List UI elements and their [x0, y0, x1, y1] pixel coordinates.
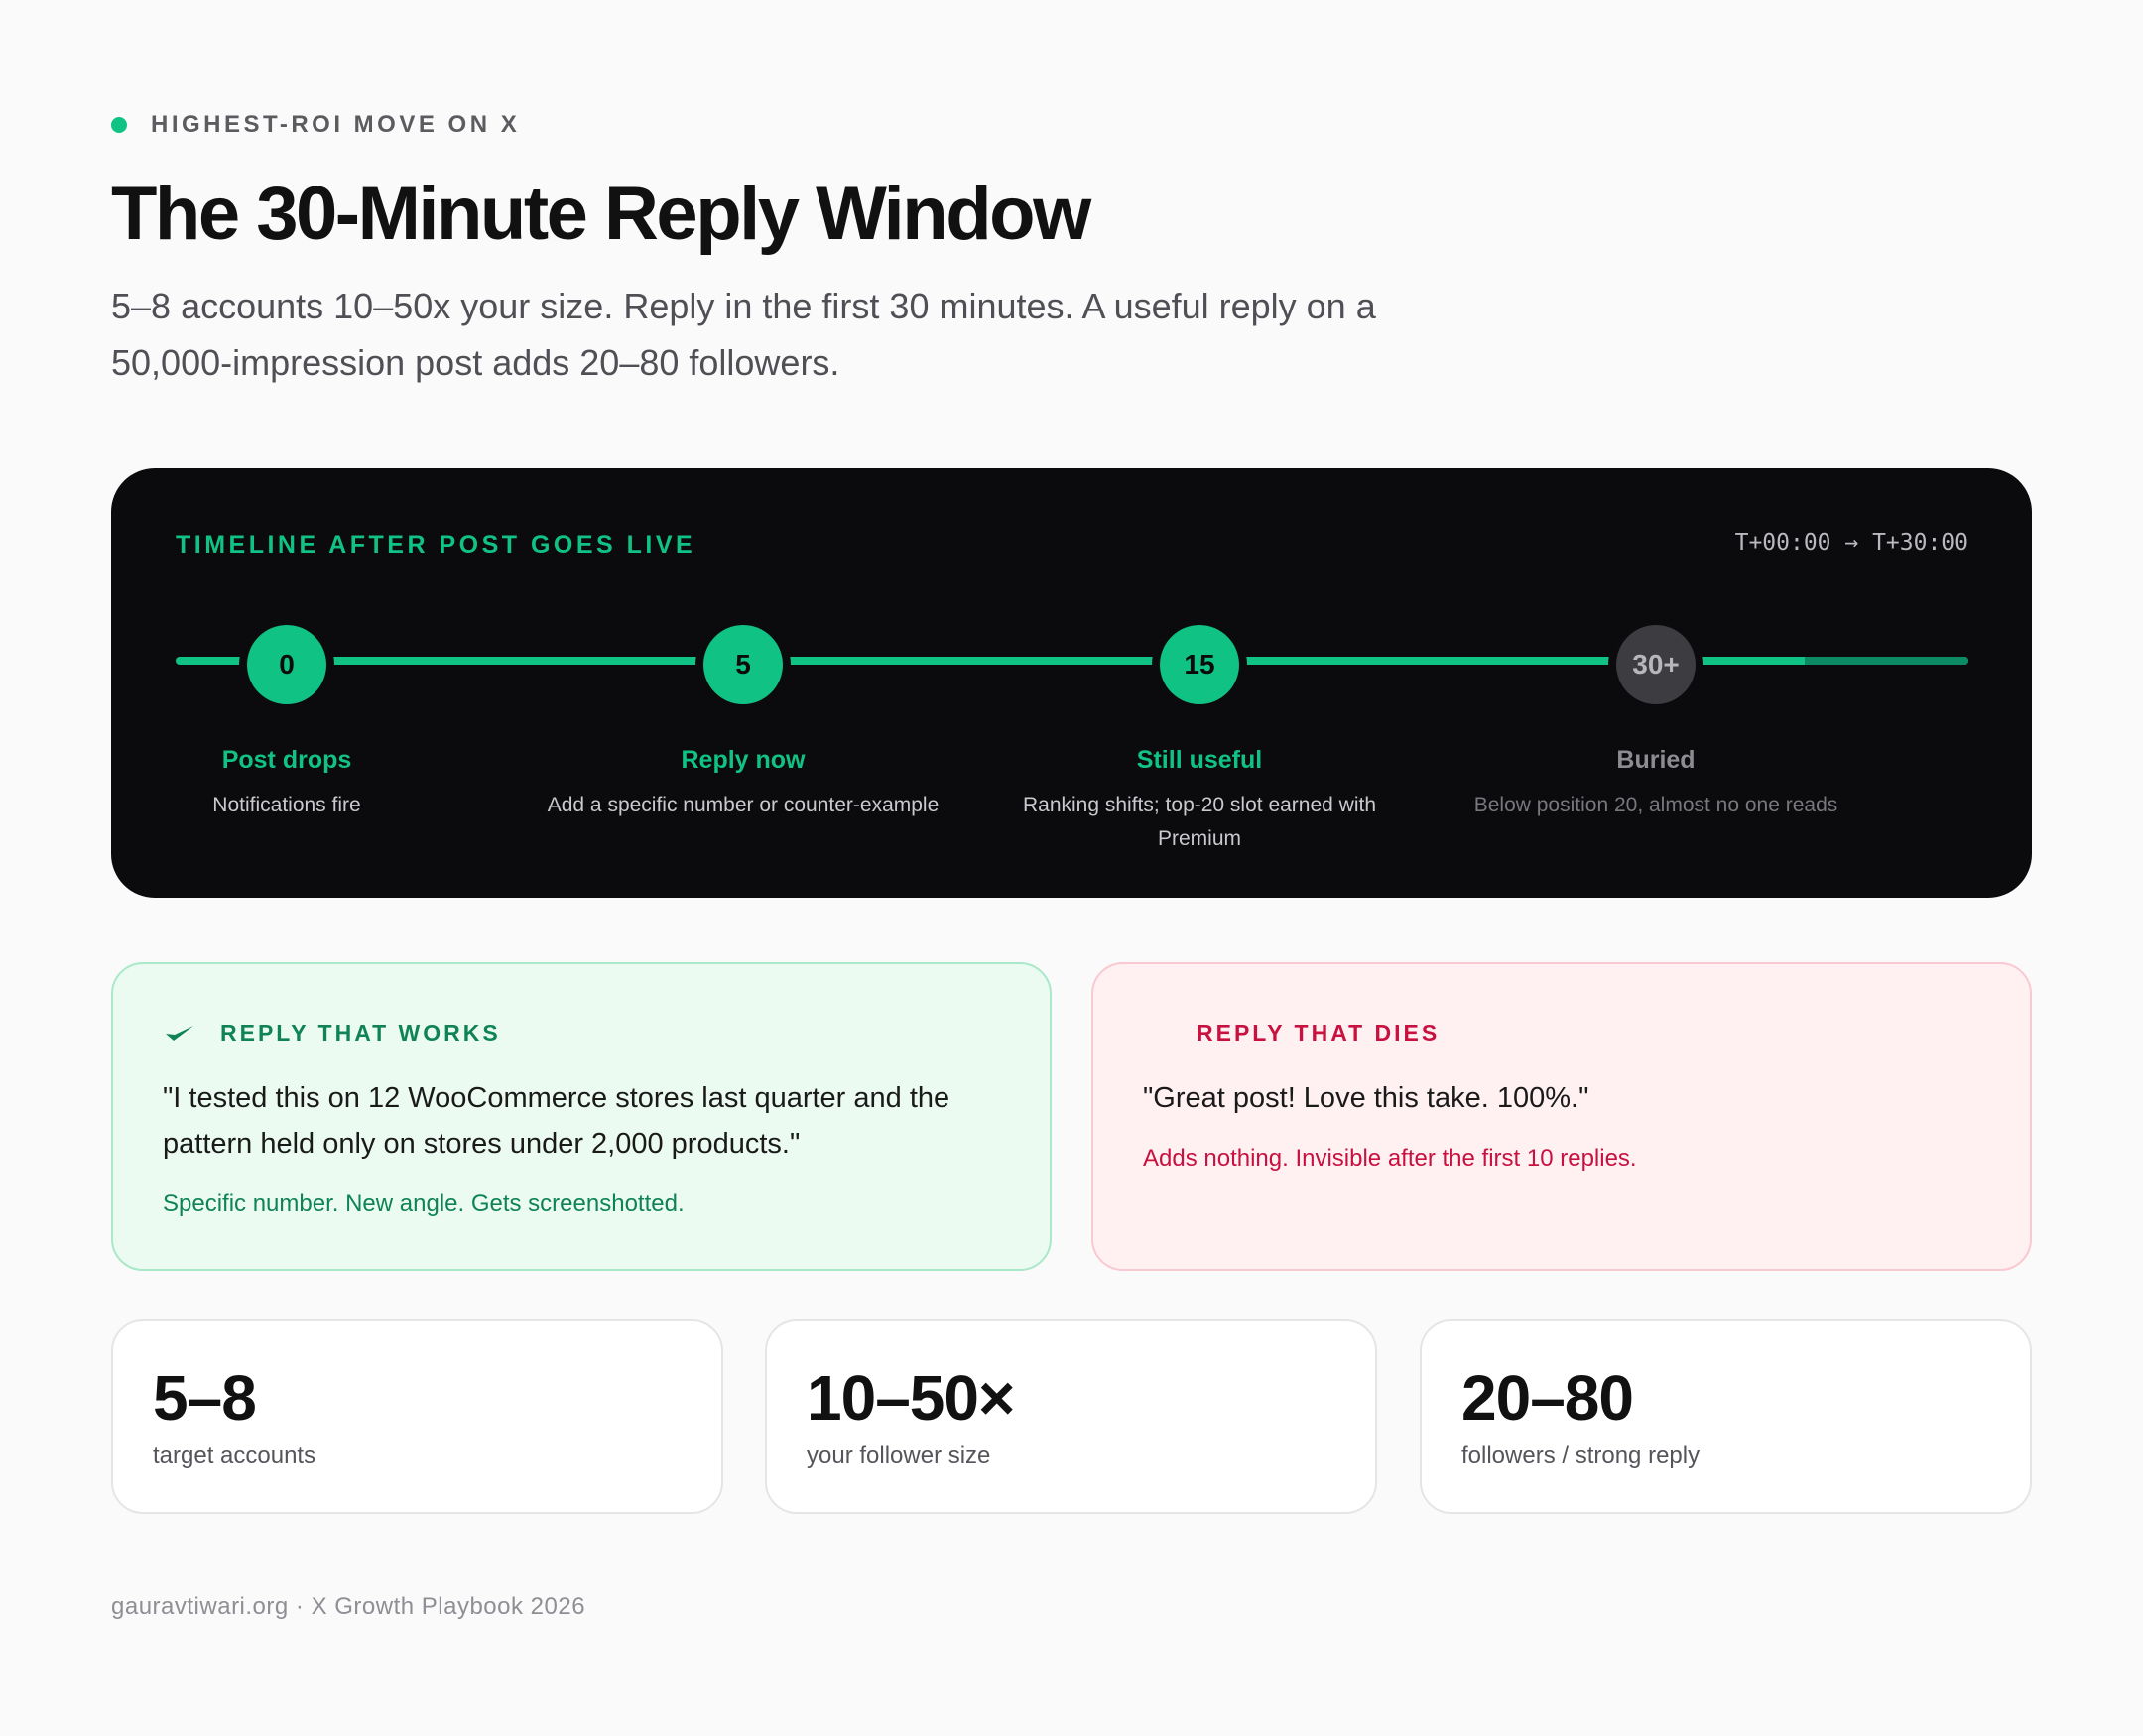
- timeline-stop-desc: Ranking shifts; top-20 slot earned with …: [1022, 794, 1377, 850]
- stat-value: 20–80: [1461, 1362, 1634, 1433]
- timeline-range: T+00:00 → T+30:00: [1734, 530, 1968, 556]
- timeline-stop-name: Reply now: [681, 746, 806, 774]
- good-reply-heading-label: REPLY THAT WORKS: [220, 1020, 501, 1046]
- good-reply-card: REPLY THAT WORKS "I tested this on 12 Wo…: [111, 962, 1052, 1271]
- timeline-marker: 0: [247, 625, 326, 704]
- bad-reply-heading: REPLY THAT DIES: [1197, 1020, 1440, 1047]
- eyebrow-label: HIGHEST-ROI MOVE ON X: [151, 111, 521, 138]
- good-reply-heading: REPLY THAT WORKS: [165, 1020, 501, 1047]
- timeline-stop-name: Still useful: [1136, 746, 1263, 774]
- check-icon: [166, 1025, 193, 1041]
- stat-value: 5–8: [153, 1362, 257, 1433]
- timeline-stop: 30+ Buried Below position 20, almost no …: [1438, 617, 1874, 822]
- timeline-marker: 5: [703, 625, 783, 704]
- accent-dot-icon: [111, 117, 127, 133]
- stat-caption: followers / strong reply: [1461, 1442, 1701, 1469]
- footer-credit: gauravtiwari.org · X Growth Playbook 202…: [111, 1593, 586, 1620]
- timeline-label: TIMELINE AFTER POST GOES LIVE: [176, 531, 696, 558]
- timeline-stop: 5 Reply now Add a specific number or cou…: [525, 617, 961, 822]
- stat-card: 20–80 followers / strong reply: [1420, 1319, 2032, 1514]
- timeline-stop-name: Post drops: [221, 746, 352, 774]
- timeline-stop-desc: Below position 20, almost no one reads: [1473, 794, 1838, 816]
- timeline-stop-name: Buried: [1616, 746, 1696, 774]
- good-reply-note: Specific number. New angle. Gets screens…: [163, 1190, 685, 1217]
- timeline-card: TIMELINE AFTER POST GOES LIVE T+00:00 → …: [111, 468, 2032, 898]
- stat-caption: your follower size: [807, 1442, 991, 1469]
- timeline-stop: 0 Post drops Notifications fire: [68, 617, 505, 822]
- stat-card: 10–50× your follower size: [765, 1319, 1377, 1514]
- stat-caption: target accounts: [153, 1442, 316, 1469]
- page-title: The 30-Minute Reply Window: [111, 172, 1091, 256]
- good-reply-quote: "I tested this on 12 WooCommerce stores …: [163, 1082, 950, 1160]
- timeline-stop-desc: Add a specific number or counter-example: [547, 794, 940, 816]
- bad-reply-card: REPLY THAT DIES "Great post! Love this t…: [1091, 962, 2032, 1271]
- stat-card: 5–8 target accounts: [111, 1319, 723, 1514]
- timeline-marker: 30+: [1616, 625, 1696, 704]
- timeline-marker: 15: [1160, 625, 1239, 704]
- eyebrow: HIGHEST-ROI MOVE ON X: [111, 111, 520, 139]
- stat-value: 10–50×: [807, 1362, 1015, 1433]
- page-subtitle: 5–8 accounts 10–50x your size. Reply in …: [111, 286, 1376, 383]
- bad-reply-note: Adds nothing. Invisible after the first …: [1143, 1145, 1637, 1172]
- timeline-stop-desc: Notifications fire: [212, 794, 361, 816]
- timeline-stop: 15 Still useful Ranking shifts; top-20 s…: [981, 617, 1418, 856]
- bad-reply-heading-label: REPLY THAT DIES: [1197, 1020, 1441, 1046]
- bad-reply-quote: "Great post! Love this take. 100%.": [1143, 1082, 1589, 1114]
